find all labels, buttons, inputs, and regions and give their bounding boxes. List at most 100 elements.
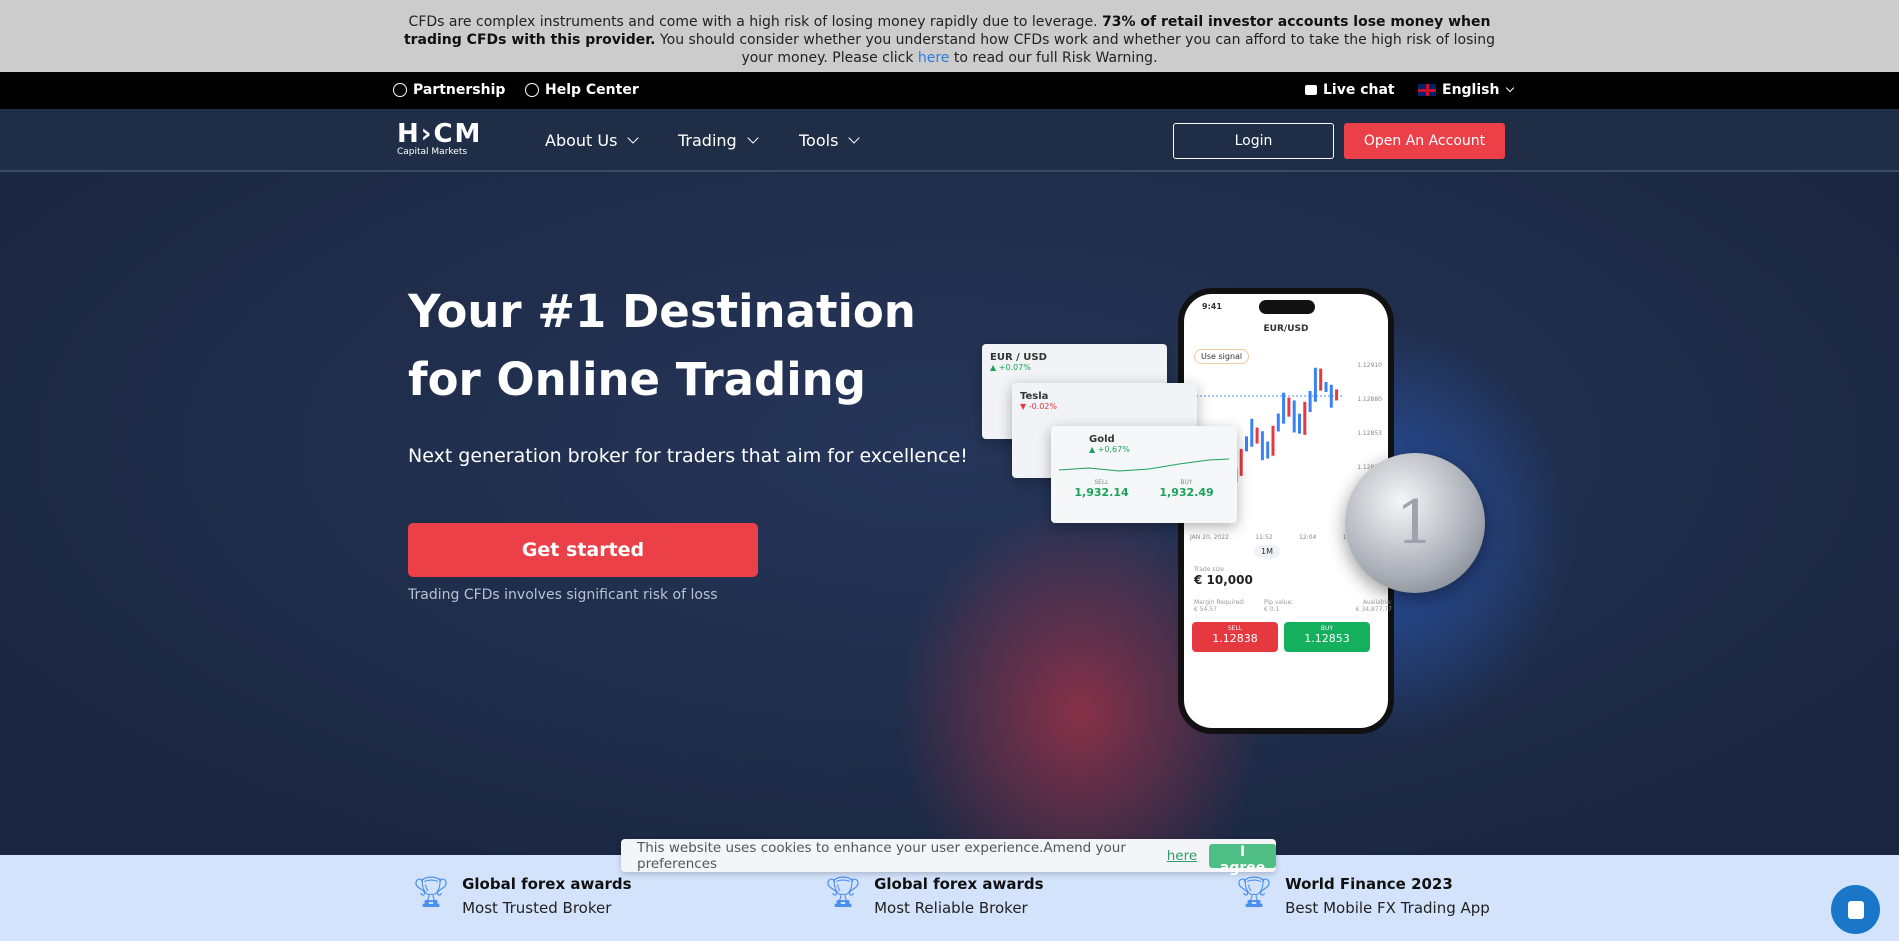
margin-label: Margin Required: [1194, 599, 1246, 606]
coin-numeral: 1 [1395, 488, 1435, 558]
buy-label: BUY [1180, 479, 1193, 486]
trade-size-value: € 10,000 [1194, 573, 1253, 587]
gold-sell-price: 1,932.14 [1074, 486, 1129, 499]
candle [1308, 390, 1312, 412]
price-tick: 1.12910 [1357, 362, 1382, 369]
candle [1255, 427, 1259, 444]
hero-title: Your #1 Destination for Online Trading [408, 278, 916, 414]
live-chat-label: Live chat [1323, 82, 1395, 98]
candle [1303, 401, 1307, 435]
time-tick: 12:04 [1299, 534, 1317, 541]
card-change: ▼ -0.02% [1020, 402, 1057, 411]
card-change: ▲ +0.07% [990, 363, 1031, 372]
candle [1266, 441, 1270, 459]
chevron-down-icon [747, 132, 759, 144]
uk-flag-icon [1418, 84, 1436, 96]
cookie-agree-button[interactable]: I agree [1209, 843, 1276, 876]
candle [1271, 425, 1275, 456]
candle [1287, 397, 1291, 417]
main-nav: H›CM Capital Markets About Us Trading Too… [0, 109, 1899, 172]
award-desc: Most Trusted Broker [462, 899, 612, 917]
hero-subtitle: Next generation broker for traders that … [408, 445, 968, 467]
candle [1313, 367, 1317, 402]
available-balance: Available: € 34,877.77 [1320, 599, 1392, 613]
phone-pair-title: EUR/USD [1263, 324, 1309, 334]
price-tick: 1.12880 [1357, 396, 1382, 403]
chat-icon [1847, 900, 1864, 919]
buy-label: BUY [1320, 625, 1334, 632]
help-center-link[interactable]: Help Center [525, 82, 639, 98]
risk-text: to read our full Risk Warning. [949, 50, 1158, 66]
risk-note: Trading CFDs involves significant risk o… [408, 587, 718, 603]
sell-label: SELL [1227, 625, 1243, 632]
hycm-logo[interactable]: H›CM Capital Markets [397, 121, 482, 157]
nav-label: Tools [799, 131, 839, 150]
award-item: 🏆︎ World Finance 2023 Best Mobile FX Tradi… [1235, 875, 1490, 917]
available-label: Available: [1362, 599, 1392, 606]
hero-section: Your #1 Destination for Online Trading Ne… [0, 173, 1899, 855]
sell-label: SELL [1094, 479, 1109, 486]
gold-sparkline [1058, 458, 1230, 472]
candle [1245, 436, 1248, 452]
login-button[interactable]: Login [1173, 123, 1334, 159]
hero-title-line: for Online Trading [408, 353, 866, 406]
candle [1250, 418, 1254, 447]
award-title: Global forex awards [874, 875, 1044, 893]
card-gold: Gold ▲ +0,67% SELL 1,932.14 BUY 1,932.49 [1051, 426, 1237, 523]
risk-text: CFDs are complex instruments and come wi… [408, 14, 1103, 30]
candle [1335, 389, 1339, 401]
cookie-preferences-link[interactable]: here [1167, 848, 1197, 864]
award-desc: Most Reliable Broker [874, 899, 1028, 917]
card-name: Gold [1089, 434, 1115, 445]
live-chat-link[interactable]: Live chat [1305, 82, 1395, 98]
nav-tools[interactable]: Tools [799, 131, 861, 150]
margin-value: € 54.57 [1194, 606, 1217, 613]
candle [1324, 382, 1328, 393]
card-name: EUR / USD [990, 352, 1047, 363]
pip-value: € 0.1 [1264, 606, 1280, 613]
cookie-text: This website uses cookies to enhance you… [637, 839, 1126, 872]
award-title: World Finance 2023 [1285, 875, 1453, 893]
candle [1319, 368, 1323, 391]
time-tick: 11:52 [1255, 534, 1273, 541]
gold-buy-price: 1,932.49 [1159, 486, 1214, 499]
card-change: ▲ +0,67% [1089, 445, 1130, 454]
candle [1329, 384, 1333, 408]
hero-title-line: Your #1 Destination [408, 285, 916, 338]
trophy-icon: 🏆︎ [824, 875, 863, 910]
open-account-button[interactable]: Open An Account [1344, 123, 1505, 159]
trophy-icon: 🏆︎ [412, 875, 451, 910]
nav-trading[interactable]: Trading [678, 131, 759, 150]
chevron-down-icon [848, 132, 861, 144]
buy-price: 1.12853 [1304, 632, 1350, 645]
price-tick: 1.12853 [1357, 430, 1382, 437]
candle [1276, 413, 1280, 432]
card-name: Tesla [1020, 391, 1049, 402]
chat-widget-button[interactable] [1831, 885, 1880, 934]
phone-icon [525, 83, 539, 97]
award-item: 🏆︎ Global forex awards Most Reliable Broke… [824, 875, 1044, 917]
nav-about-us[interactable]: About Us [545, 131, 640, 150]
candle [1292, 400, 1296, 433]
risk-warning-link[interactable]: here [918, 50, 950, 66]
dynamic-island [1259, 300, 1315, 314]
award-title: Global forex awards [462, 875, 632, 893]
language-selector[interactable]: English [1418, 82, 1515, 98]
phone-sell-button: SELL 1.12838 [1192, 622, 1278, 652]
award-desc: Best Mobile FX Trading App [1285, 899, 1490, 917]
logo-mark: H›CM [397, 119, 483, 149]
silver-coin-image: 1 [1345, 453, 1485, 593]
nav-label: About Us [545, 131, 618, 150]
award-item: 🏆︎ Global forex awards Most Trusted Broker [412, 875, 632, 917]
chevron-down-icon [1506, 83, 1515, 92]
get-started-button[interactable]: Get started [408, 523, 758, 577]
partnership-link[interactable]: Partnership [393, 82, 505, 98]
pip-label: Pip value: [1264, 599, 1294, 606]
candle [1282, 392, 1286, 424]
cookie-banner: This website uses cookies to enhance you… [621, 839, 1276, 876]
candle [1239, 448, 1243, 476]
sell-price: 1.12838 [1212, 632, 1258, 645]
risk-warning-banner: CFDs are complex instruments and come wi… [0, 0, 1899, 72]
time-tick: JAN 20, 2022 [1190, 534, 1229, 541]
handshake-icon [393, 83, 407, 97]
